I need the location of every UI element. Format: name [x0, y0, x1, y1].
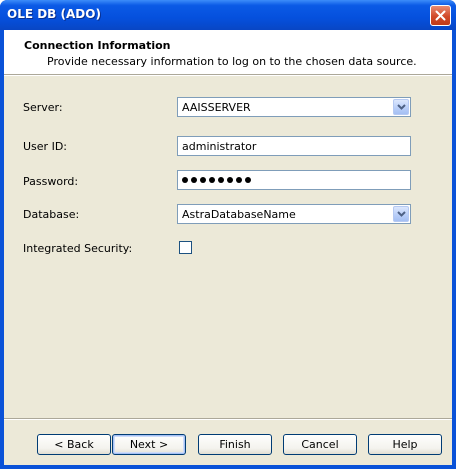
server-value: AAISSERVER [182, 101, 251, 114]
chevron-down-icon [397, 104, 406, 110]
window-title: OLE DB (ADO) [7, 7, 101, 21]
header-subtitle: Provide necessary information to log on … [47, 55, 417, 68]
cancel-button[interactable]: Cancel [283, 434, 357, 455]
next-button[interactable]: Next > [112, 434, 186, 455]
password-field[interactable] [177, 170, 411, 190]
header-divider [4, 75, 452, 76]
user-id-field[interactable]: administrator [177, 136, 411, 156]
password-mask [182, 177, 251, 183]
database-label: Database: [23, 208, 80, 221]
integrated-security-checkbox[interactable] [179, 241, 192, 254]
close-button[interactable] [430, 5, 451, 26]
server-dropdown-button[interactable] [393, 99, 409, 115]
database-value: AstraDatabaseName [182, 208, 296, 221]
server-label: Server: [23, 101, 63, 114]
user-id-label: User ID: [23, 140, 67, 153]
chevron-down-icon [397, 211, 406, 217]
dialog-client-area: Connection Information Provide necessary… [4, 30, 452, 465]
title-bar[interactable]: OLE DB (ADO) [0, 0, 456, 30]
server-dropdown[interactable]: AAISSERVER [177, 97, 411, 117]
close-icon [435, 10, 446, 21]
header-title: Connection Information [24, 39, 171, 52]
dialog-window: OLE DB (ADO) Connection Information Prov… [0, 0, 456, 469]
user-id-value: administrator [182, 140, 257, 153]
password-label: Password: [23, 175, 79, 188]
database-dropdown-button[interactable] [393, 206, 409, 222]
button-separator [4, 418, 452, 420]
database-dropdown[interactable]: AstraDatabaseName [177, 204, 411, 224]
back-button[interactable]: < Back [37, 434, 111, 455]
finish-button[interactable]: Finish [198, 434, 272, 455]
wizard-header: Connection Information Provide necessary… [4, 30, 452, 75]
integrated-security-label: Integrated Security: [23, 242, 133, 255]
help-button[interactable]: Help [368, 434, 442, 455]
